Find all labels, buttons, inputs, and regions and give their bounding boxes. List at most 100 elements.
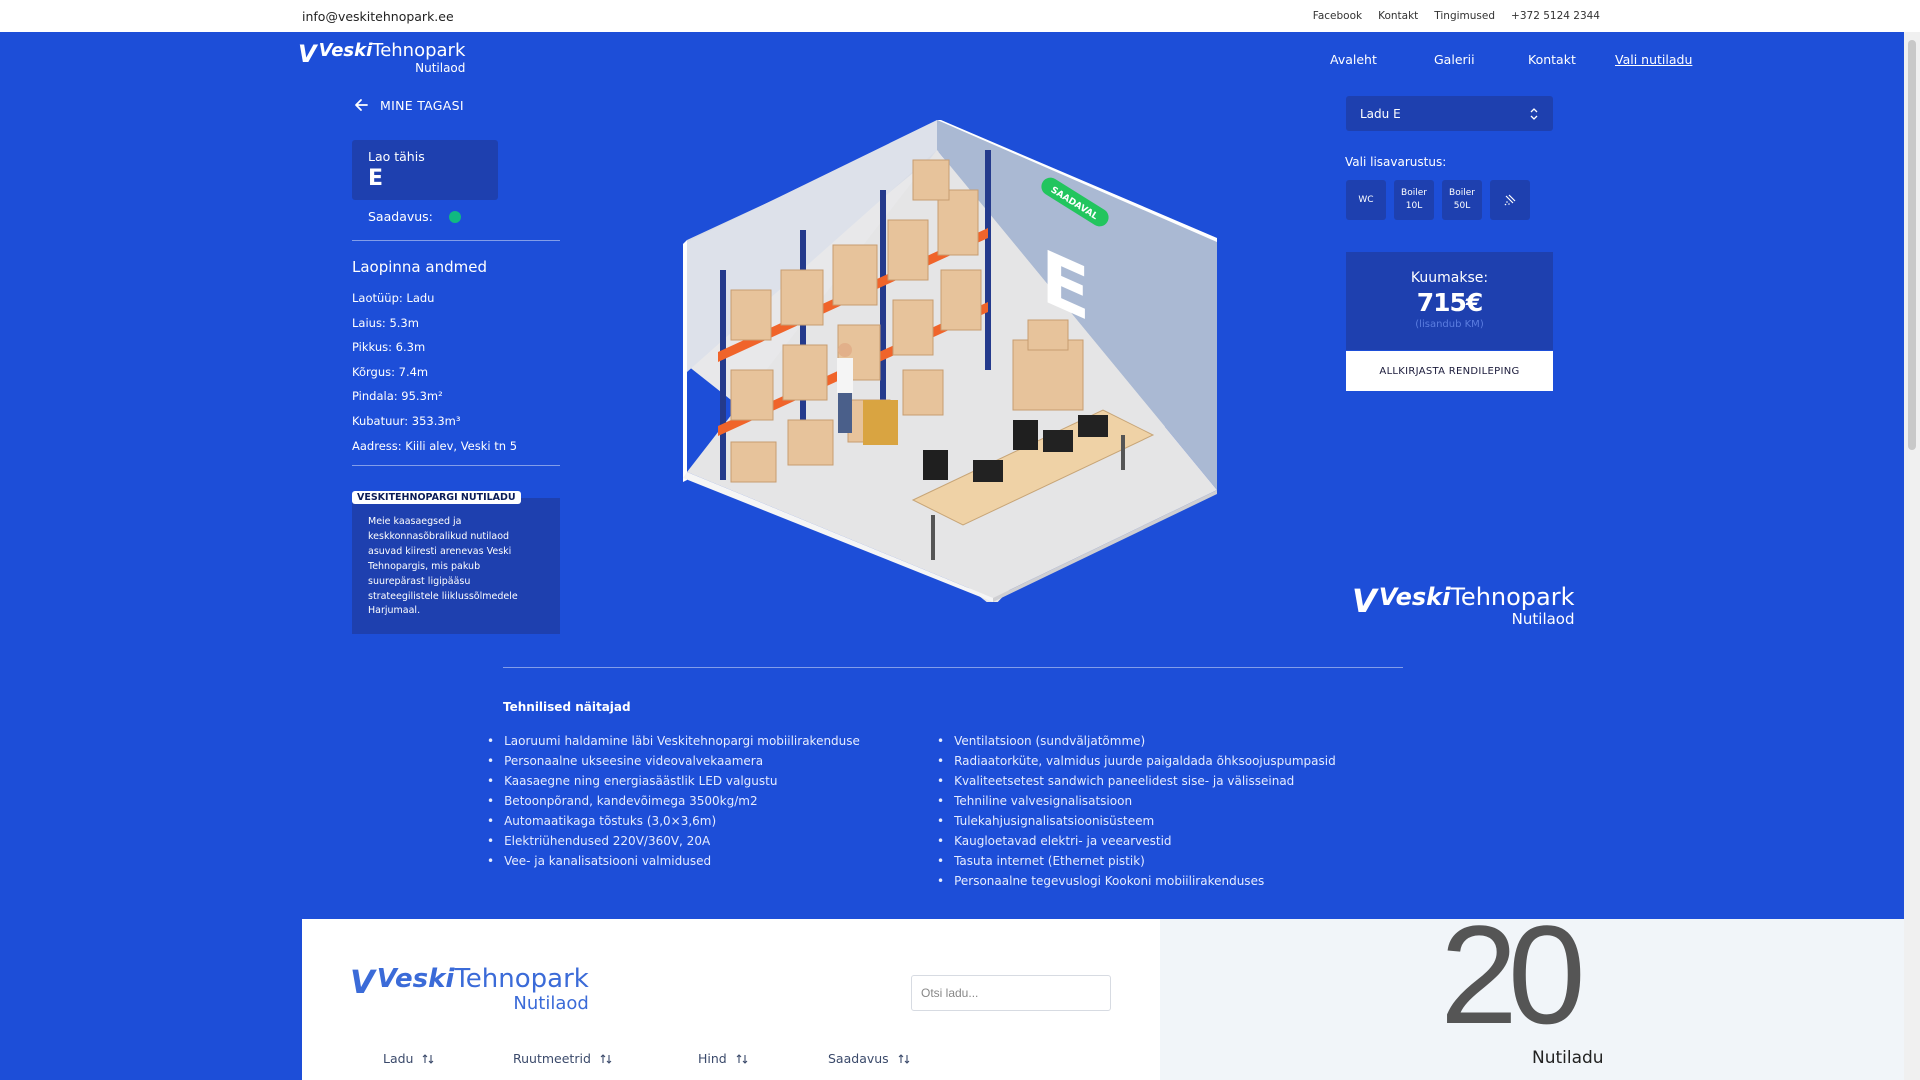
header-logo[interactable]: V VeskiTehnopark Nutilaod <box>298 40 466 76</box>
availability: Saadavus: <box>368 209 461 224</box>
shower-icon <box>1504 194 1516 206</box>
extra-wc-label: WC <box>1358 194 1374 205</box>
tech-item: Tasuta internet (Ethernet pistik) <box>937 851 1336 871</box>
scrollbar-thumb[interactable] <box>1908 40 1916 450</box>
back-label: MINE TAGASI <box>380 97 464 113</box>
tech-item: Radiaatorküte, valmidus juurde paigaldad… <box>937 751 1336 771</box>
info-card: VESKITEHNOPARGI NUTILADU Meie kaasaegsed… <box>352 491 560 634</box>
column-saadavus-label: Saadavus <box>828 1051 889 1066</box>
chevron-updown-icon <box>1530 107 1538 120</box>
tech-item: Kvaliteetsetest sandwich paneelidest sis… <box>937 771 1336 791</box>
logo-mark-icon: V <box>298 40 317 68</box>
price-value: 715€ <box>1416 288 1484 317</box>
tech-item: Elektriühendused 220V/360V, 20A <box>487 831 860 851</box>
logo-brand-rest: Tehnopark <box>1450 583 1575 611</box>
logo-sub: Nutilaod <box>1511 610 1575 628</box>
tech-item: Personaalne ukseesine videovalvekaamera <box>487 751 860 771</box>
logo-brand-bold: Veski <box>1378 583 1451 611</box>
lao-tahis-label: Lao tähis <box>368 149 425 164</box>
logo-sub: Nutilaod <box>513 993 589 1014</box>
spec-item: Pikkus: 6.3m <box>352 340 426 355</box>
ladu-select-value: Ladu E <box>1360 106 1401 121</box>
spec-item: Kõrgus: 7.4m <box>352 364 429 379</box>
extras-list: WC Boiler 10L Boiler 50L <box>1346 180 1530 220</box>
contact-email[interactable]: info@veskitehnopark.ee <box>302 9 454 24</box>
logo-sub: Nutilaod <box>415 61 466 75</box>
spec-item: Laius: 5.3m <box>352 315 419 330</box>
search-input[interactable] <box>911 975 1111 1011</box>
column-hind[interactable]: Hind <box>698 1051 748 1066</box>
warehouse-illustration: SAADAVAL E <box>683 120 1217 602</box>
logo-brand-rest: Tehnopark <box>454 964 589 994</box>
laopinna-title: Laopinna andmed <box>352 258 487 276</box>
tech-item: Laoruumi haldamine läbi Veskitehnopargi … <box>487 731 860 751</box>
spec-item: Aadress: Kiili alev, Veski tn 5 <box>352 438 518 453</box>
tech-item: Tehniline valvesignalisatsioon <box>937 791 1336 811</box>
spec-item: Laotüüp: Ladu <box>352 291 435 305</box>
tech-item: Kaasaegne ning energiasäästlik LED valgu… <box>487 771 860 791</box>
tech-list-left: Laoruumi haldamine läbi Veskitehnopargi … <box>487 731 860 871</box>
warehouse-count: 20 <box>1440 896 1586 1053</box>
logo-mark-icon: V <box>1352 582 1377 620</box>
lao-tahis-value: E <box>368 166 384 191</box>
availability-dot-icon <box>448 210 461 223</box>
availability-label: Saadavus: <box>368 209 433 224</box>
divider <box>503 667 1403 668</box>
extra-boiler-50l[interactable]: Boiler 50L <box>1442 180 1482 220</box>
sort-icon <box>423 1053 434 1064</box>
divider <box>352 465 560 466</box>
price-card: Kuumakse: 715€ (lisandub KM) <box>1346 252 1553 350</box>
tech-item: Ventilatsioon (sundväljatõmme) <box>937 731 1336 751</box>
column-ladu-label: Ladu <box>383 1051 414 1066</box>
tech-item: Betoonpõrand, kandevõimega 3500kg/m2 <box>487 791 860 811</box>
kontakt-top-link[interactable]: Kontakt <box>1378 10 1418 22</box>
extra-boiler-10l[interactable]: Boiler 10L <box>1394 180 1434 220</box>
sort-icon <box>898 1053 910 1064</box>
top-bar: info@veskitehnopark.ee Facebook Kontakt … <box>0 0 1920 32</box>
tech-title: Tehnilised näitajad <box>503 700 631 714</box>
extras-label: Vali lisavarustus: <box>1345 155 1447 169</box>
logo-brand-rest: Tehnopark <box>372 40 466 61</box>
price-label: Kuumakse: <box>1410 270 1489 286</box>
right-logo: V VeskiTehnopark Nutilaod <box>1352 585 1575 628</box>
tech-item: Tulekahjusignalisatsioonisüsteem <box>937 811 1336 831</box>
tech-item: Kaugloetavad elektri- ja veearvestid <box>937 831 1336 851</box>
facebook-link[interactable]: Facebook <box>1313 10 1362 22</box>
spec-item: Pindala: 95.3m² <box>352 389 443 404</box>
info-tag: VESKITEHNOPARGI NUTILADU <box>352 491 521 504</box>
extra-wc[interactable]: WC <box>1346 180 1386 220</box>
nav-vali-nutiladu[interactable]: Vali nutiladu <box>1615 52 1692 67</box>
nav-avaleht[interactable]: Avaleht <box>1330 52 1377 67</box>
column-hind-label: Hind <box>698 1051 727 1066</box>
back-button[interactable]: MINE TAGASI <box>352 96 464 114</box>
spec-item: Kubatuur: 353.3m³ <box>352 413 461 428</box>
nav-kontakt[interactable]: Kontakt <box>1528 52 1576 67</box>
column-ruutmeetrid-label: Ruutmeetrid <box>513 1051 591 1066</box>
scrollbar[interactable] <box>1904 32 1920 1080</box>
sort-icon <box>600 1053 612 1064</box>
phone-link[interactable]: +372 5124 2344 <box>1511 10 1600 22</box>
sign-lease-button[interactable]: ALLKIRJASTA RENDILEPING <box>1346 351 1553 391</box>
tech-list-right: Ventilatsioon (sundväljatõmme) Radiaator… <box>937 731 1336 891</box>
extra-boiler-10l-label: Boiler 10L <box>1401 188 1427 211</box>
extra-shower[interactable] <box>1490 180 1530 220</box>
nav-galerii[interactable]: Galerii <box>1434 52 1475 67</box>
price-note: (lisandub KM) <box>1415 319 1484 330</box>
top-links: Facebook Kontakt Tingimused +372 5124 23… <box>1313 10 1600 22</box>
tech-item: Vee- ja kanalisatsiooni valmidused <box>487 851 860 871</box>
ladu-select[interactable]: Ladu E <box>1346 96 1553 131</box>
column-ladu[interactable]: Ladu <box>383 1051 434 1066</box>
tingimused-link[interactable]: Tingimused <box>1434 10 1495 22</box>
column-saadavus[interactable]: Saadavus <box>828 1051 910 1066</box>
sort-icon <box>736 1053 748 1064</box>
info-text: Meie kaasaegsed ja keskkonnasõbralikud n… <box>368 516 518 617</box>
warehouse-count-label: Nutiladu <box>1532 1048 1604 1068</box>
tech-item: Personaalne tegevuslogi Kookoni mobiilir… <box>937 871 1336 891</box>
column-ruutmeetrid[interactable]: Ruutmeetrid <box>513 1051 612 1066</box>
logo-brand-bold: Veski <box>376 964 455 994</box>
specs-list: Laotüüp: Ladu Laius: 5.3m Pikkus: 6.3m K… <box>352 286 517 458</box>
arrow-left-icon <box>355 99 368 111</box>
logo-mark-icon: V <box>350 963 375 1001</box>
listing-logo: V VeskiTehnopark Nutilaod <box>350 966 589 1014</box>
lao-tahis-card: Lao tähis E <box>352 140 498 200</box>
